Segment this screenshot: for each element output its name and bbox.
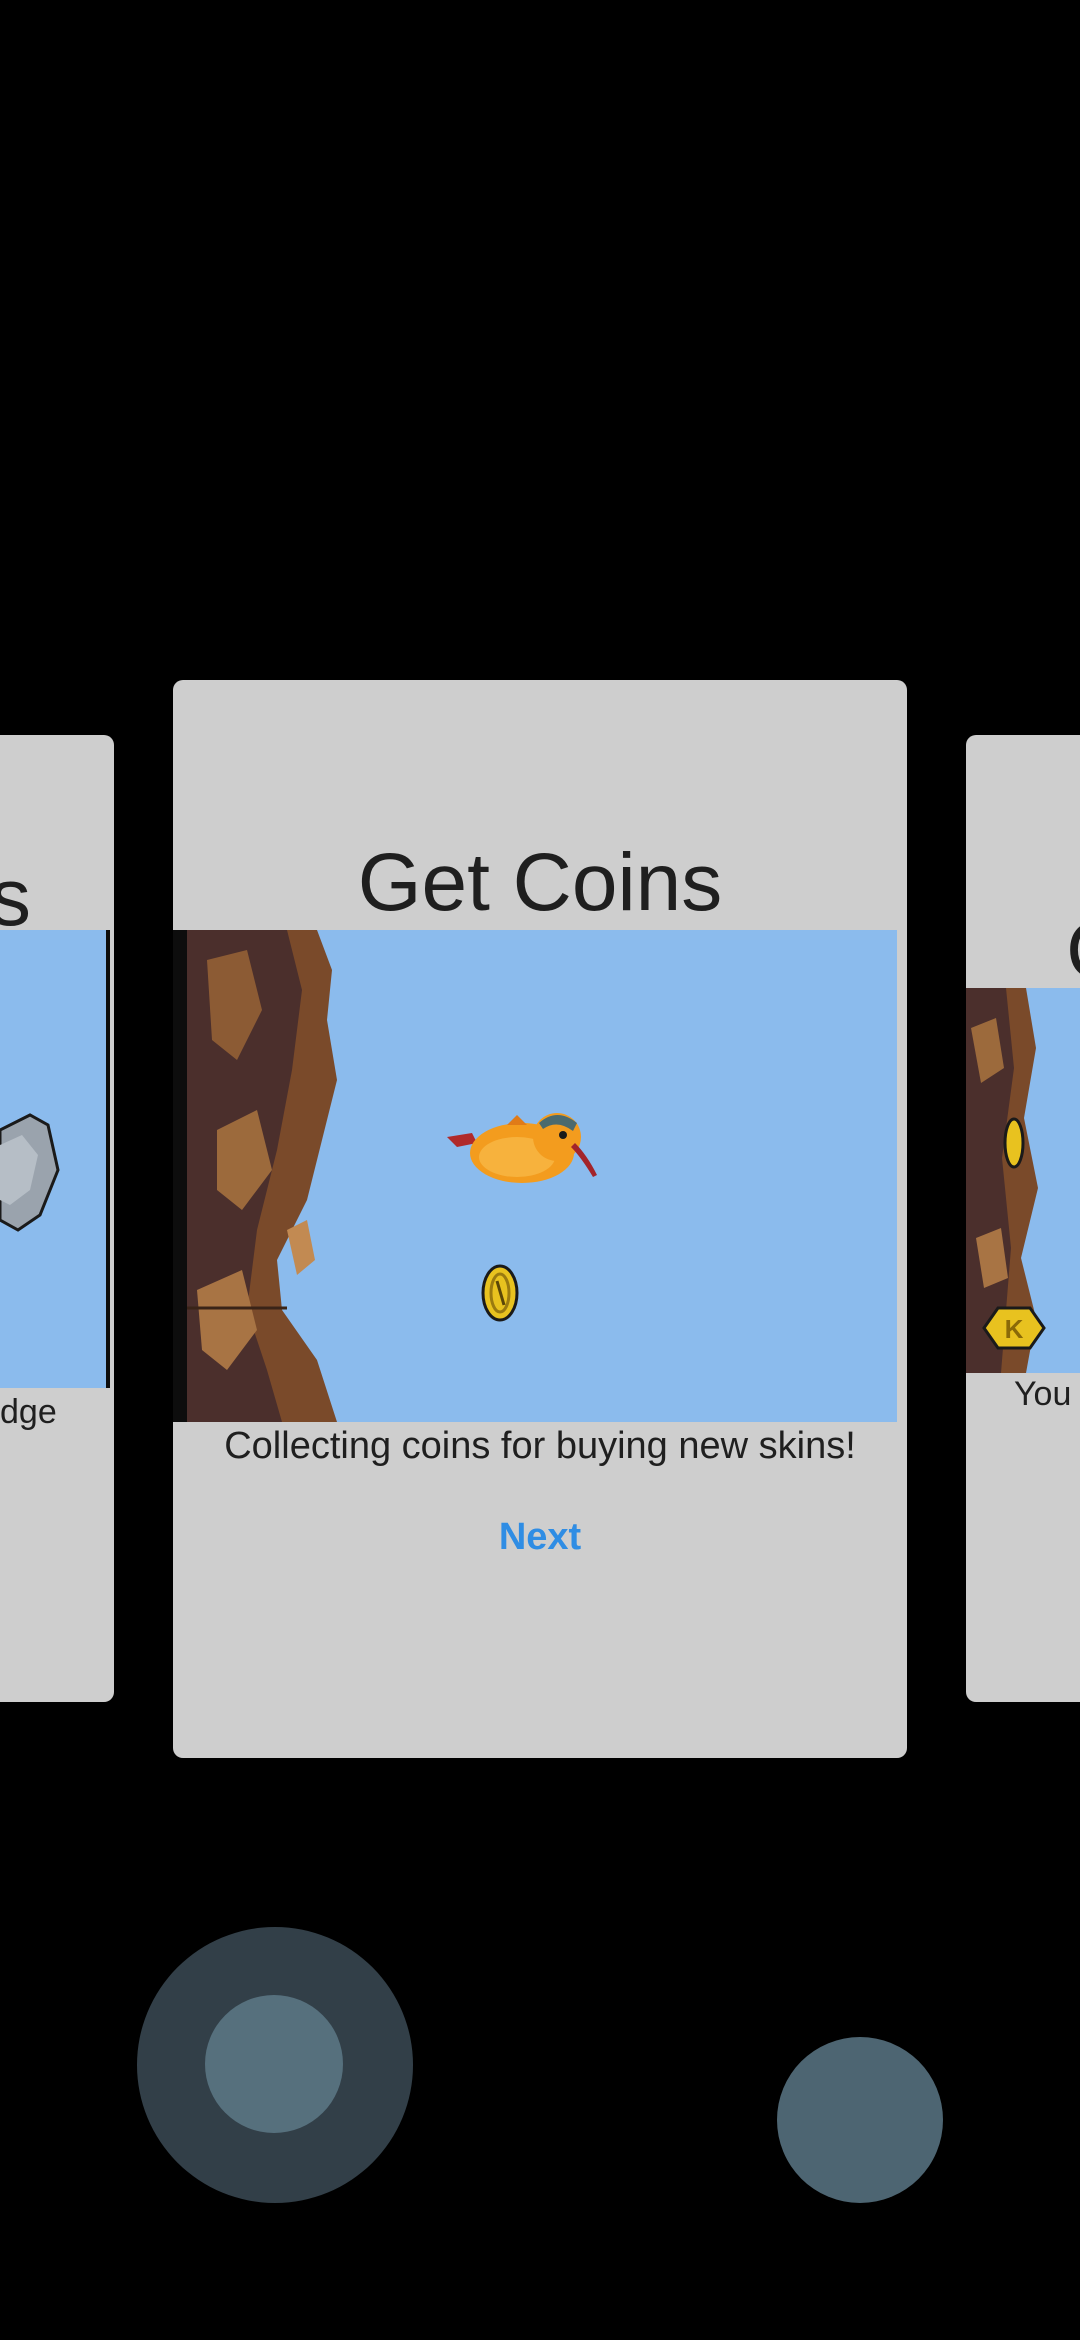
- tutorial-card-previous[interactable]: s dge: [0, 735, 114, 1702]
- next-button[interactable]: Next: [173, 1516, 907, 1559]
- card-title: Get Coins: [357, 837, 723, 928]
- svg-text:K: K: [1005, 1314, 1024, 1344]
- coin-icon: [481, 1264, 519, 1322]
- k-coin-icon: K: [982, 1306, 1046, 1350]
- game-scene: [187, 930, 597, 1422]
- joystick[interactable]: [137, 1927, 413, 2203]
- joystick-knob[interactable]: [205, 1995, 343, 2133]
- card-preview-image: [0, 930, 110, 1388]
- card-title: C: [1066, 910, 1080, 992]
- card-preview-image: K: [966, 988, 1080, 1373]
- tutorial-card-current: Get Coins Collecting coins for buying ne…: [173, 680, 907, 1758]
- rock-sprite: [0, 1113, 60, 1232]
- tutorial-card-next[interactable]: C K You: [966, 735, 1080, 1702]
- card-description: dge: [0, 1393, 57, 1431]
- card-title: s: [0, 852, 31, 943]
- cliff-sprite: [187, 930, 337, 1422]
- game-scene: K: [966, 988, 1046, 1373]
- action-button[interactable]: [777, 2037, 943, 2203]
- coin-icon: [1003, 1117, 1025, 1169]
- bird-sprite: [447, 1113, 597, 1183]
- card-description: Collecting coins for buying new skins!: [224, 1425, 856, 1467]
- card-preview-image: [173, 930, 897, 1422]
- card-description: You: [1014, 1375, 1072, 1413]
